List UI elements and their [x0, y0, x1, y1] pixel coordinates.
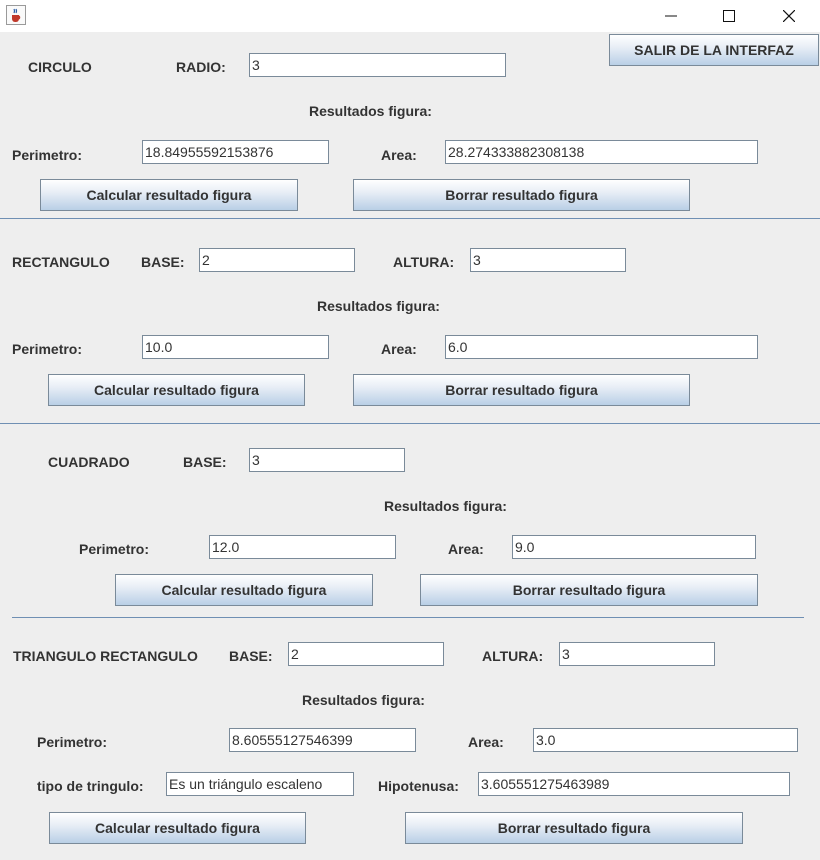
square-area-label: Area:	[448, 541, 484, 557]
triangle-hypotenuse-field[interactable]	[478, 772, 790, 796]
rectangle-calculate-button[interactable]: Calcular resultado figura	[48, 374, 305, 406]
square-calculate-button[interactable]: Calcular resultado figura	[115, 574, 373, 606]
circle-title: CIRCULO	[28, 59, 92, 75]
triangle-base-input[interactable]	[288, 642, 444, 666]
triangle-title: TRIANGULO RECTANGULO	[13, 648, 198, 664]
triangle-height-label: ALTURA:	[482, 648, 544, 664]
square-base-label: BASE:	[183, 454, 227, 470]
rectangle-results-heading: Resultados figura:	[317, 298, 440, 314]
exit-button[interactable]: SALIR DE LA INTERFAZ	[609, 34, 819, 66]
circle-clear-button[interactable]: Borrar resultado figura	[353, 179, 690, 211]
square-area-field[interactable]	[512, 535, 756, 559]
triangle-area-label: Area:	[468, 734, 504, 750]
triangle-type-field[interactable]	[166, 772, 354, 796]
rectangle-title: RECTANGULO	[12, 254, 110, 270]
triangle-results-heading: Resultados figura:	[302, 692, 425, 708]
triangle-perimeter-field[interactable]	[229, 728, 416, 752]
rectangle-perimeter-label: Perimetro:	[12, 341, 83, 357]
square-perimeter-label: Perimetro:	[79, 541, 150, 557]
circle-area-field[interactable]	[445, 140, 758, 164]
rectangle-clear-button[interactable]: Borrar resultado figura	[353, 374, 690, 406]
triangle-area-field[interactable]	[533, 728, 798, 752]
rectangle-base-label: BASE:	[141, 254, 185, 270]
rectangle-area-field[interactable]	[445, 335, 758, 359]
circle-perimeter-field[interactable]	[142, 140, 329, 164]
square-clear-button[interactable]: Borrar resultado figura	[420, 574, 758, 606]
circle-perimeter-label: Perimetro:	[12, 147, 83, 163]
rectangle-height-label: ALTURA:	[393, 254, 455, 270]
title-bar	[0, 0, 820, 32]
triangle-perimeter-label: Perimetro:	[37, 734, 108, 750]
triangle-calculate-button[interactable]: Calcular resultado figura	[49, 812, 306, 844]
triangle-hypotenuse-label: Hipotenusa:	[378, 778, 459, 794]
triangle-base-label: BASE:	[229, 648, 273, 664]
rectangle-base-input[interactable]	[199, 248, 355, 272]
circle-calculate-button[interactable]: Calcular resultado figura	[40, 179, 298, 211]
rectangle-area-label: Area:	[381, 341, 417, 357]
separator	[0, 218, 820, 219]
rectangle-height-input[interactable]	[470, 248, 626, 272]
triangle-height-input[interactable]	[559, 642, 715, 666]
square-perimeter-field[interactable]	[209, 535, 396, 559]
maximize-icon[interactable]	[700, 0, 758, 32]
rectangle-perimeter-field[interactable]	[142, 335, 329, 359]
separator	[0, 423, 820, 424]
java-cup-icon	[6, 5, 26, 25]
triangle-clear-button[interactable]: Borrar resultado figura	[405, 812, 743, 844]
minimize-icon[interactable]	[642, 0, 700, 32]
square-title: CUADRADO	[48, 454, 130, 470]
triangle-type-label: tipo de tringulo:	[37, 778, 144, 794]
circle-radius-input[interactable]	[249, 53, 506, 77]
square-base-input[interactable]	[249, 448, 405, 472]
square-results-heading: Resultados figura:	[384, 498, 507, 514]
circle-results-heading: Resultados figura:	[309, 103, 432, 119]
circle-area-label: Area:	[381, 147, 417, 163]
close-icon[interactable]	[760, 0, 818, 32]
circle-radius-label: RADIO:	[176, 59, 226, 75]
separator	[12, 617, 804, 618]
